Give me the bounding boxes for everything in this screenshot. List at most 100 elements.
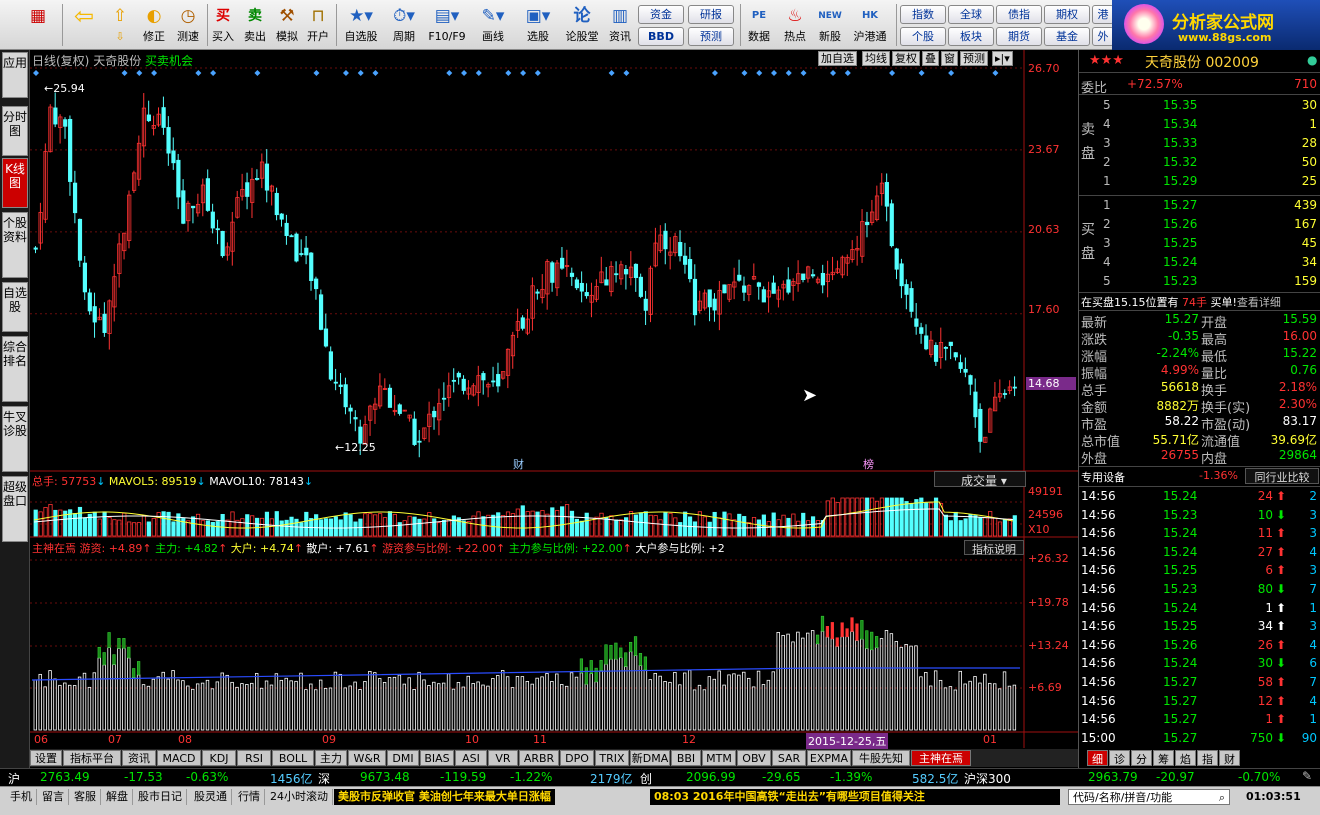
tab-indicator-6[interactable]: BOLL <box>272 750 314 766</box>
tab-indicator-16[interactable]: 新DMA <box>630 750 670 766</box>
quote-tab-6[interactable]: 财 <box>1219 750 1240 766</box>
tab-stock-profile[interactable]: 个股资料 <box>2 212 28 278</box>
tab-indicator-17[interactable]: BBI <box>671 750 701 766</box>
tab-indicator-5[interactable]: RSI <box>237 750 271 766</box>
sector-button[interactable]: 板块 <box>948 27 994 46</box>
hk-connect-button[interactable]: HK 沪港通 <box>850 3 890 47</box>
tab-super-panel[interactable]: 超级盘口 <box>2 476 28 542</box>
forecast-chart-button[interactable]: 预测 <box>960 51 988 66</box>
updown-button[interactable]: ⇧ ⇩ <box>106 3 134 47</box>
quote-tab-3[interactable]: 筹 <box>1153 750 1174 766</box>
global-button[interactable]: 全球 <box>948 5 994 24</box>
view-detail-link[interactable]: 查看详细 <box>1237 296 1281 309</box>
adjust-button[interactable]: 复权 <box>892 51 920 66</box>
status-item-4[interactable]: 股市日记 <box>138 789 187 805</box>
index-button[interactable]: 指数 <box>900 5 946 24</box>
period-button[interactable]: ⏱▾ 周期 <box>386 3 422 47</box>
open-account-button[interactable]: ⊓ 开户 <box>304 3 332 47</box>
fund-button[interactable]: 资金 <box>638 5 684 24</box>
tab-indicator-1[interactable]: 指标平台 <box>63 750 121 766</box>
bond-index-button[interactable]: 债指 <box>996 5 1042 24</box>
globe-icon[interactable]: ● <box>1307 53 1317 67</box>
quote-tab-4[interactable]: 焰 <box>1175 750 1196 766</box>
status-item-7[interactable]: 24小时滚动 <box>270 789 333 805</box>
data-button[interactable]: PE 数据 <box>744 3 774 47</box>
futures-button[interactable]: 期货 <box>996 27 1042 46</box>
status-item-1[interactable]: 留言 <box>42 789 69 805</box>
status-item-3[interactable]: 解盘 <box>106 789 133 805</box>
back-button[interactable]: ⇦ <box>68 3 100 47</box>
financial-event-marker[interactable]: 财 <box>513 456 524 472</box>
forecast-button[interactable]: 预测 <box>688 27 734 46</box>
tab-kline[interactable]: K线图 <box>2 158 28 208</box>
ma-button[interactable]: 均线 <box>862 51 890 66</box>
speed-button[interactable]: ◷ 测速 <box>172 3 204 47</box>
fund-index-button[interactable]: 基金 <box>1044 27 1090 46</box>
status-item-2[interactable]: 客服 <box>74 789 101 805</box>
f10-button[interactable]: ▤▾ F10/F9 <box>426 3 468 47</box>
info-button[interactable]: ▥ 资讯 <box>606 3 634 47</box>
window-button[interactable]: 窗 <box>941 51 958 66</box>
tab-indicator-0[interactable]: 设置 <box>30 750 62 766</box>
ipo-button[interactable]: NEW 新股 <box>814 3 846 47</box>
tab-indicator-2[interactable]: 资讯 <box>122 750 156 766</box>
news-ticker-1[interactable]: 美股市反弹收官 美油创七年来最大单日涨幅 <box>334 789 555 805</box>
quote-tab-5[interactable]: 指 <box>1197 750 1218 766</box>
industry-compare-button[interactable]: 同行业比较 <box>1245 468 1319 484</box>
hot-button[interactable]: ♨ 热点 <box>780 3 810 47</box>
options-button[interactable]: 期权 <box>1044 5 1090 24</box>
news-ticker-2[interactable]: 08:03 2016年中国高铁“走出去”有哪些项目值得关注 <box>650 789 1060 805</box>
settings-wrench-icon[interactable]: ✎ <box>1302 769 1312 783</box>
tab-watchlist[interactable]: 自选股 <box>2 282 28 332</box>
tab-indicator-12[interactable]: VR <box>488 750 518 766</box>
tab-apps[interactable]: 应用 <box>2 52 28 98</box>
tab-indicator-13[interactable]: ARBR <box>519 750 559 766</box>
sell-button[interactable]: 卖卖出 <box>242 3 268 47</box>
tab-timeline[interactable]: 分时图 <box>2 106 28 156</box>
chart-menu-button[interactable]: ▸|▾ <box>992 51 1013 66</box>
tab-indicator-14[interactable]: DPO <box>560 750 594 766</box>
tab-indicator-23[interactable]: 主神在焉 <box>911 750 971 766</box>
indicator-explain-button[interactable]: 指标说明 <box>964 540 1024 556</box>
forum-button[interactable]: 论论股堂 <box>562 3 602 47</box>
tab-indicator-18[interactable]: MTM <box>702 750 736 766</box>
tab-indicator-19[interactable]: OBV <box>737 750 771 766</box>
tab-indicator-15[interactable]: TRIX <box>595 750 629 766</box>
tab-indicator-4[interactable]: KDJ <box>202 750 236 766</box>
stock-select-button[interactable]: ▣▾ 选股 <box>518 3 558 47</box>
draw-button[interactable]: ✎▾ 画线 <box>474 3 512 47</box>
status-item-5[interactable]: 股灵通 <box>194 789 232 805</box>
quote-tab-0[interactable]: 细 <box>1087 750 1108 766</box>
stock-button[interactable]: 个股 <box>900 27 946 46</box>
report-button[interactable]: 研报 <box>688 5 734 24</box>
industry-name[interactable]: 专用设备 <box>1081 469 1125 485</box>
status-item-0[interactable]: 手机 <box>10 789 37 805</box>
indicator-selector[interactable]: 成交量 ▾ <box>934 471 1026 488</box>
tab-ranking[interactable]: 综合排名 <box>2 336 28 402</box>
tab-indicator-3[interactable]: MACD <box>157 750 201 766</box>
status-item-6[interactable]: 行情 <box>238 789 265 805</box>
tab-indicator-20[interactable]: SAR <box>772 750 806 766</box>
chart-signal-label[interactable]: 买卖机会 <box>145 54 193 68</box>
buy-button[interactable]: 买买入 <box>210 3 236 47</box>
tab-indicator-10[interactable]: BIAS <box>420 750 454 766</box>
tab-diagnosis[interactable]: 牛叉诊股 <box>2 406 28 472</box>
tab-indicator-11[interactable]: ASI <box>455 750 487 766</box>
order-alert[interactable]: 在买盘15.15位置有 74手 买单!查看详细 <box>1081 294 1281 310</box>
foreign-button[interactable]: 外 <box>1092 27 1114 46</box>
kline-chart-area[interactable]: 日线(复权) 天奇股份 买卖机会 加自选 均线 复权 叠 窗 预测 ▸|▾ 26… <box>30 50 1078 749</box>
modify-button[interactable]: ◐ 修正 <box>138 3 170 47</box>
bbd-button[interactable]: BBD <box>638 27 684 46</box>
home-button[interactable]: ▦ <box>22 3 54 47</box>
simulate-button[interactable]: ⚒ 模拟 <box>274 3 300 47</box>
quote-tab-1[interactable]: 诊 <box>1109 750 1130 766</box>
tab-indicator-8[interactable]: W&R <box>348 750 386 766</box>
tab-indicator-21[interactable]: EXPMA <box>807 750 851 766</box>
quote-tab-2[interactable]: 分 <box>1131 750 1152 766</box>
search-input[interactable]: 代码/名称/拼音/功能 ⌕ <box>1068 789 1230 805</box>
ranking-event-marker[interactable]: 榜 <box>863 456 874 472</box>
overlay-button[interactable]: 叠 <box>922 51 939 66</box>
tab-indicator-7[interactable]: 主力 <box>315 750 347 766</box>
watchlist-button[interactable]: ★▾ 自选股 <box>340 3 382 47</box>
tab-indicator-9[interactable]: DMI <box>387 750 419 766</box>
